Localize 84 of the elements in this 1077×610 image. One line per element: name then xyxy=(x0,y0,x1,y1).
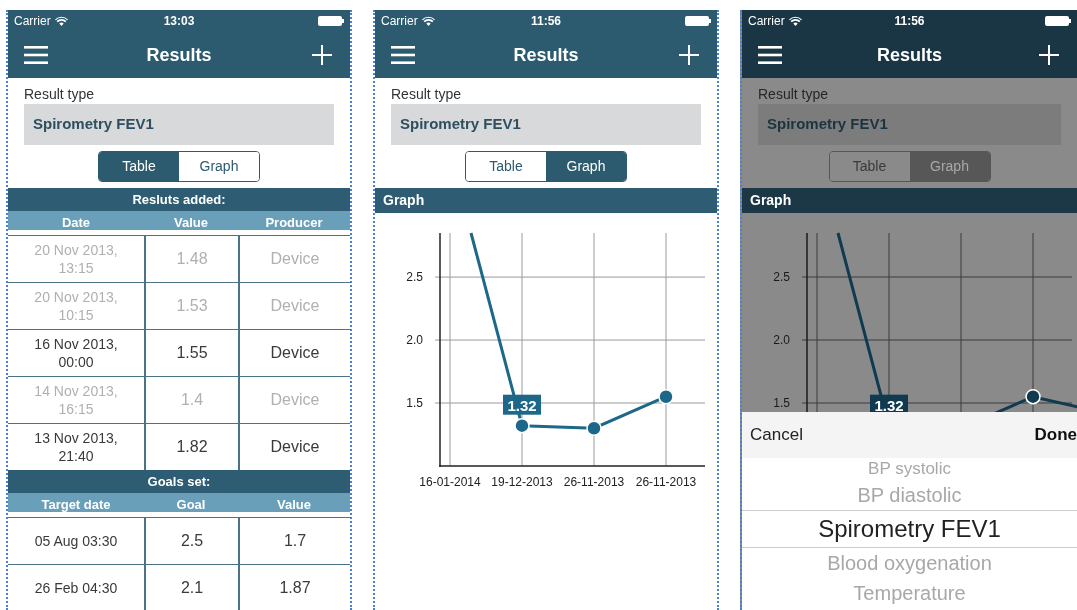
table-cell-text: 16 Nov 2013, 00:00 xyxy=(33,335,119,371)
table-cell: 1.7 xyxy=(283,532,307,550)
table-cell: Device xyxy=(270,344,320,362)
table-cell-text: 26 Feb 04:30 xyxy=(33,579,119,597)
result-type-field[interactable]: Spirometry FEV1 xyxy=(24,104,334,145)
menu-button[interactable] xyxy=(758,45,782,65)
table-cell: 1.87 xyxy=(279,579,311,597)
x-tick-label: 26-11-2013 xyxy=(563,475,625,489)
y-tick-label: 2.5 xyxy=(773,270,790,284)
carrier-label: Carrier xyxy=(748,13,785,30)
y-tick-label: 1.5 xyxy=(773,396,790,410)
table-cell: 1.53 xyxy=(176,297,208,315)
menu-button[interactable] xyxy=(391,45,415,65)
add-button[interactable] xyxy=(310,43,334,67)
data-point[interactable] xyxy=(586,420,602,436)
carrier-label: Carrier xyxy=(381,13,418,30)
column-header: Target date xyxy=(40,496,112,514)
screen-title: Results xyxy=(146,43,212,67)
view-tab[interactable]: Graph xyxy=(546,152,626,181)
y-tick-label: 2.0 xyxy=(406,333,423,348)
x-tick-label: 26-11-2013 xyxy=(635,475,697,489)
battery-icon xyxy=(1045,16,1071,26)
x-tick-label: 16-01-2014 xyxy=(419,475,481,489)
section-header: Graph xyxy=(742,188,1077,213)
plus-icon xyxy=(1039,45,1059,65)
table-cell: 1.4 xyxy=(180,391,204,409)
section-header: Goals set: xyxy=(8,470,350,493)
plus-icon xyxy=(312,45,332,65)
menu-icon xyxy=(24,46,48,64)
table-cell: 1.82 xyxy=(176,438,208,456)
carrier-label: Carrier xyxy=(14,13,51,30)
table-cell-text: 20 Nov 2013, 10:15 xyxy=(33,288,119,324)
table-cell: 2.5 xyxy=(180,532,204,550)
menu-button[interactable] xyxy=(24,45,48,65)
table-cell-text: 05 Aug 03:30 xyxy=(33,532,119,550)
plus-icon xyxy=(679,45,699,65)
wifi-icon xyxy=(54,16,68,26)
wifi-icon xyxy=(788,16,802,26)
field-label: Result type xyxy=(391,85,463,104)
table-cell: Device xyxy=(270,297,320,315)
battery-icon xyxy=(318,16,344,26)
table-cell-text: 14 Nov 2013, 16:15 xyxy=(33,382,119,418)
column-header: Value xyxy=(276,496,312,514)
value-label: 1.32 xyxy=(503,394,541,415)
y-tick-label: 1.5 xyxy=(406,396,423,411)
add-button[interactable] xyxy=(1037,43,1061,67)
clock-time: 11:56 xyxy=(894,13,925,30)
table-cell-text: 13 Nov 2013, 21:40 xyxy=(33,429,119,465)
field-label: Result type xyxy=(24,85,96,104)
table-cell: Device xyxy=(270,391,320,409)
data-point[interactable] xyxy=(514,417,530,434)
table-cell-text: 20 Nov 2013, 13:15 xyxy=(33,241,119,277)
column-header: Date xyxy=(60,214,92,232)
table-cell: Device xyxy=(270,250,320,268)
table-cell: 1.55 xyxy=(176,344,208,362)
wifi-icon xyxy=(421,16,435,26)
menu-icon xyxy=(758,46,782,64)
column-header: Goal xyxy=(175,496,207,514)
x-tick-label: 19-12-2013 xyxy=(491,475,553,489)
clock-time: 13:03 xyxy=(163,13,195,30)
section-header: Resluts added: xyxy=(8,188,350,211)
column-header: Producer xyxy=(264,214,324,232)
table-cell: Device xyxy=(270,438,320,456)
y-tick-label: 2.5 xyxy=(406,270,423,285)
cancel-button[interactable]: Cancel xyxy=(750,422,803,448)
add-button[interactable] xyxy=(677,43,701,67)
menu-icon xyxy=(391,46,415,64)
data-point[interactable] xyxy=(658,389,674,405)
column-header: Value xyxy=(173,214,209,232)
done-button[interactable]: Done xyxy=(1034,422,1077,448)
result-type-field[interactable]: Spirometry FEV1 xyxy=(391,104,701,145)
clock-time: 11:56 xyxy=(531,13,561,30)
view-tab[interactable]: Table xyxy=(99,152,179,181)
field-label: Result type xyxy=(758,85,830,104)
screen-title: Results xyxy=(877,43,942,67)
result-type-field[interactable]: Spirometry FEV1 xyxy=(758,104,1061,145)
battery-icon xyxy=(685,16,711,26)
table-cell: 1.48 xyxy=(176,250,208,268)
table-cell: 2.1 xyxy=(180,579,204,597)
picker-option[interactable]: Spirometry FEV1 xyxy=(818,514,1001,544)
y-tick-label: 2.0 xyxy=(773,333,790,347)
section-header: Graph xyxy=(375,188,717,213)
screen-title: Results xyxy=(513,43,579,67)
value-label: 1.32 xyxy=(870,394,908,412)
